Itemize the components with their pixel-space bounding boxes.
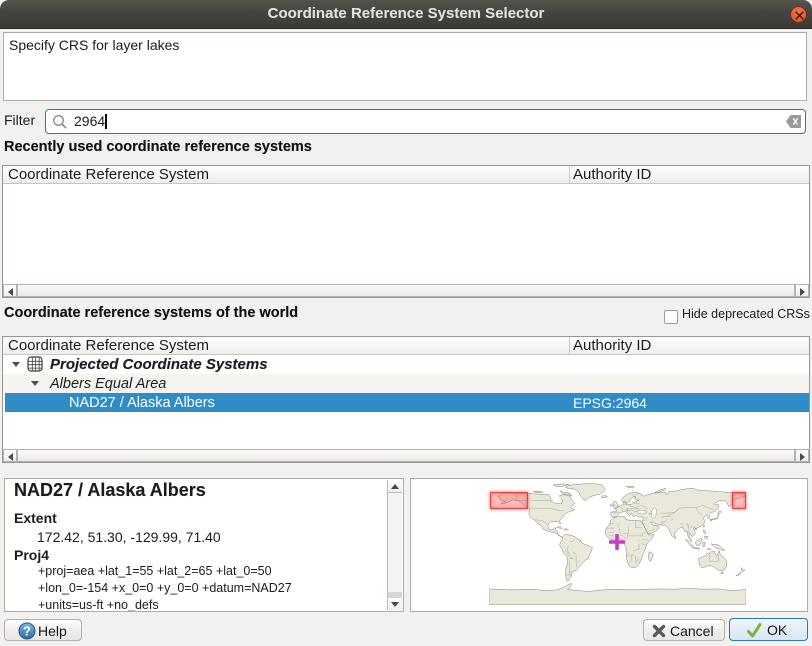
svg-text:?: ? xyxy=(23,624,31,639)
